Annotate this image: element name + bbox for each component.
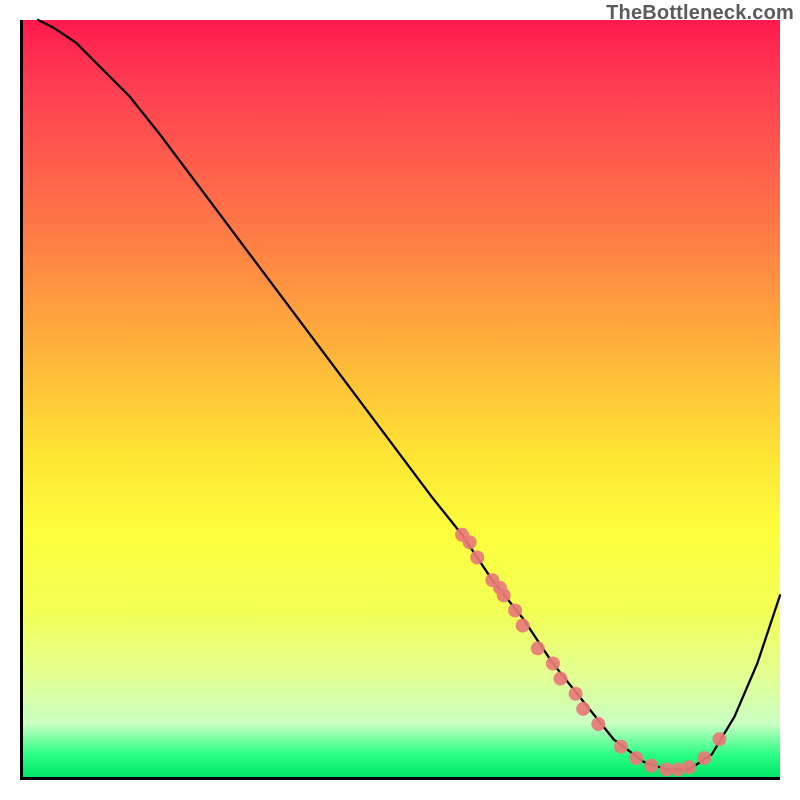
plot-area — [20, 20, 780, 780]
chart-container: TheBottleneck.com — [0, 0, 800, 800]
chart-svg — [23, 20, 780, 777]
curve-points — [455, 528, 726, 777]
curve-line — [38, 20, 780, 769]
